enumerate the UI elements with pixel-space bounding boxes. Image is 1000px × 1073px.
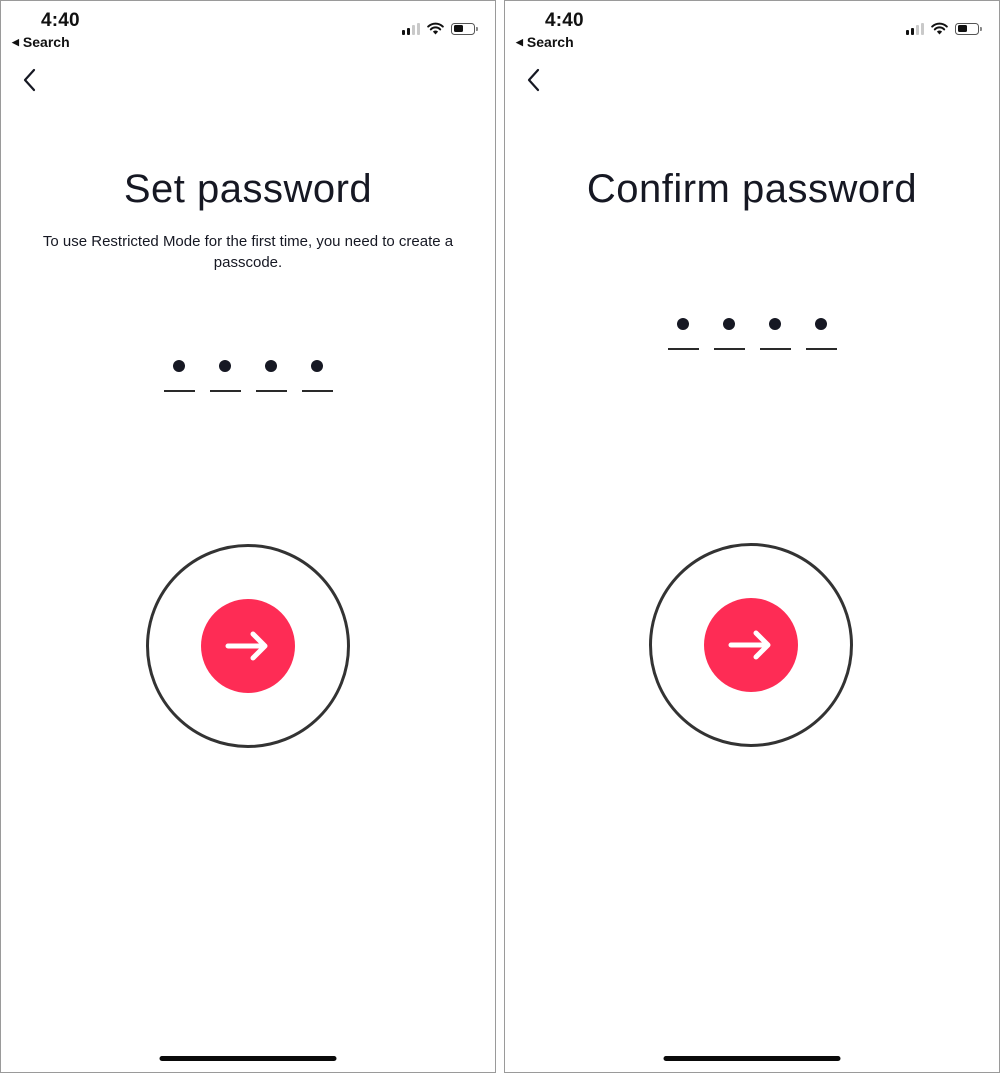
next-button[interactable] — [704, 598, 798, 692]
passcode-digit — [667, 318, 699, 350]
passcode-digit — [301, 360, 333, 392]
home-indicator[interactable] — [663, 1056, 841, 1061]
digit-underline — [805, 348, 837, 350]
digit-underline — [667, 348, 699, 350]
back-triangle-icon: ◀ — [12, 36, 19, 47]
filled-dot-icon — [219, 360, 231, 372]
filled-dot-icon — [173, 360, 185, 372]
page-title: Set password — [123, 167, 373, 211]
filled-dot-icon — [265, 360, 277, 372]
digit-underline — [209, 390, 241, 392]
status-icons — [402, 22, 478, 35]
passcode-input[interactable] — [1, 360, 495, 392]
filled-dot-icon — [815, 318, 827, 330]
passcode-digit — [163, 360, 195, 392]
next-button-ring — [649, 543, 853, 747]
passcode-input[interactable] — [505, 318, 999, 350]
page-title: Confirm password — [586, 167, 918, 211]
return-to-app-link[interactable]: ◀ Search — [516, 34, 574, 50]
battery-icon — [955, 22, 982, 35]
chevron-left-icon — [527, 68, 540, 92]
digit-underline — [713, 348, 745, 350]
set-password-screen: 4:40 ◀ Search Set password To use Restri… — [0, 0, 496, 1073]
return-app-label: Search — [22, 34, 70, 50]
return-app-label: Search — [526, 34, 574, 50]
wifi-icon — [427, 22, 444, 35]
signal-icon — [402, 22, 420, 35]
battery-icon — [451, 22, 478, 35]
status-icons — [906, 22, 982, 35]
digit-underline — [255, 390, 287, 392]
back-button[interactable] — [523, 67, 547, 93]
page-subtitle: To use Restricted Mode for the first tim… — [42, 233, 454, 271]
digit-underline — [759, 348, 791, 350]
passcode-digit — [759, 318, 791, 350]
home-indicator[interactable] — [159, 1056, 337, 1061]
next-button-ring — [146, 544, 350, 748]
wifi-icon — [931, 22, 948, 35]
digit-underline — [301, 390, 333, 392]
back-triangle-icon: ◀ — [516, 36, 523, 47]
filled-dot-icon — [723, 318, 735, 330]
back-button[interactable] — [19, 67, 43, 93]
status-time: 4:40 — [545, 10, 584, 31]
status-time: 4:40 — [41, 10, 80, 31]
confirm-password-screen: 4:40 ◀ Search Confirm password — [504, 0, 1000, 1073]
next-button[interactable] — [201, 599, 295, 693]
passcode-digit — [255, 360, 287, 392]
return-to-app-link[interactable]: ◀ Search — [12, 34, 70, 50]
filled-dot-icon — [311, 360, 323, 372]
filled-dot-icon — [677, 318, 689, 330]
passcode-digit — [209, 360, 241, 392]
signal-icon — [906, 22, 924, 35]
passcode-digit — [805, 318, 837, 350]
arrow-right-icon — [225, 631, 268, 661]
arrow-right-icon — [728, 630, 771, 660]
chevron-left-icon — [23, 68, 36, 92]
filled-dot-icon — [769, 318, 781, 330]
digit-underline — [163, 390, 195, 392]
passcode-digit — [713, 318, 745, 350]
